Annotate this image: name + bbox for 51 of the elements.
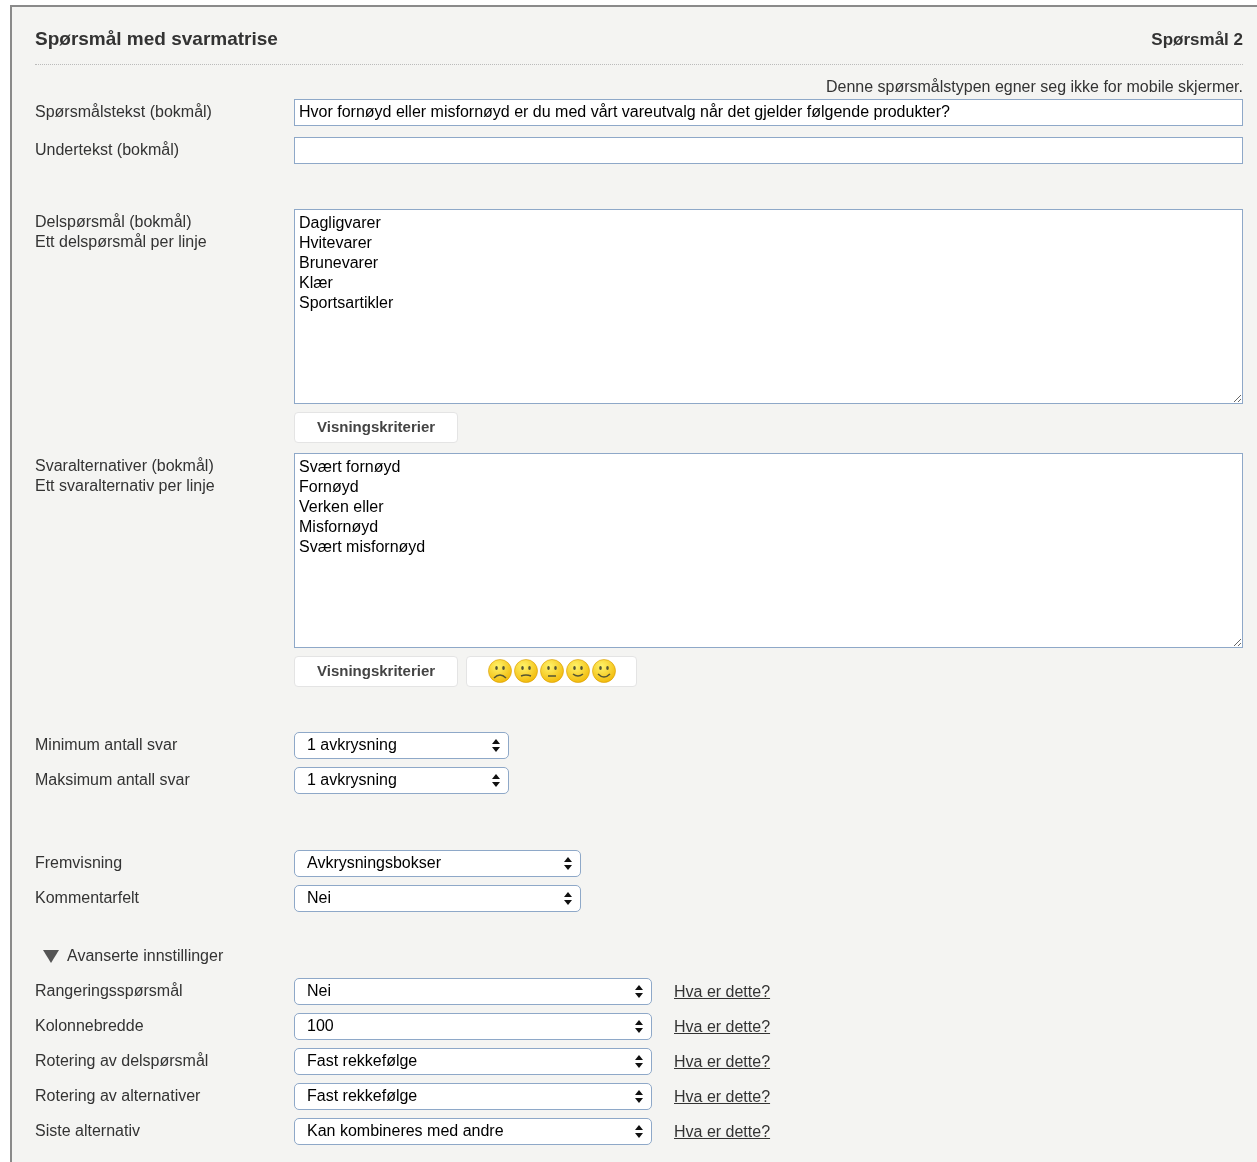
up-down-arrows-icon [635, 984, 643, 998]
help-link[interactable]: Hva er dette? [674, 977, 771, 1005]
dropdown[interactable]: Nei [294, 884, 581, 912]
notice-text: Denne spørsmålstypen egner seg ikke for mobile skjermer. [825, 77, 1243, 95]
panel-title: Spørsmål med svarmatrise [35, 27, 278, 51]
help-link[interactable]: Hva er dette? [674, 1047, 771, 1075]
text-field[interactable]: Hvor fornøyd eller misfornøyd er du med vårt vareutvalg når det gjelder følgende produkter? [294, 98, 1243, 126]
field-label: Rotering av delspørsmål [35, 1051, 210, 1071]
dropdown[interactable]: Nei [294, 977, 652, 1005]
field-label: Kolonnebredde [35, 1016, 145, 1036]
field-hint: Ett delspørsmål per linje [35, 231, 208, 252]
dropdown[interactable]: Avkrysningsbokser [294, 849, 581, 877]
up-down-arrows-icon [635, 1019, 643, 1033]
field-hint: Ett svaralternativ per linje [35, 475, 216, 496]
smiley-button[interactable] [466, 655, 638, 687]
field-label: Delspørsmål (bokmål) [35, 211, 193, 232]
question-number: Spørsmål 2 [1151, 28, 1243, 51]
field-label: Siste alternativ [35, 1121, 141, 1141]
field-label: Maksimum antall svar [35, 770, 191, 790]
field-label: Rangeringsspørsmål [35, 981, 184, 1001]
up-down-arrows-icon [564, 891, 572, 905]
help-link[interactable]: Hva er dette? [674, 1012, 771, 1040]
field-label: Svaralternativer (bokmål) [35, 455, 215, 476]
dropdown[interactable]: Fast rekkefølge [294, 1082, 652, 1110]
dropdown[interactable]: 100 [294, 1012, 652, 1040]
textarea-field[interactable]: Dagligvarer Hvitevarer Brunevarer Klær Sportsartikler [294, 208, 1243, 404]
section-toggle-link[interactable]: Avanserte innstillinger [67, 943, 224, 968]
field-label: Rotering av alternativer [35, 1086, 202, 1106]
dropdown[interactable]: Kan kombineres med andre [294, 1117, 652, 1145]
field-label: Fremvisning [35, 853, 124, 873]
help-link[interactable]: Hva er dette? [674, 1082, 771, 1110]
up-down-arrows-icon [564, 856, 572, 870]
triangle-down-icon[interactable] [43, 948, 59, 963]
text-field[interactable] [294, 136, 1243, 164]
field-label: Minimum antall svar [35, 735, 179, 755]
up-down-arrows-icon [492, 738, 500, 752]
up-down-arrows-icon [635, 1054, 643, 1068]
criteria-button[interactable]: Visningskriterier [294, 411, 459, 443]
field-label: Undertekst (bokmål) [35, 139, 181, 160]
dropdown[interactable]: 1 avkrysning [294, 766, 509, 794]
field-label: Kommentarfelt [35, 888, 141, 908]
textarea-field[interactable]: Svært fornøyd Fornøyd Verken eller Misfornøyd Svært misfornøyd [294, 452, 1243, 648]
help-link[interactable]: Hva er dette? [674, 1117, 771, 1145]
dropdown[interactable]: Fast rekkefølge [294, 1047, 652, 1075]
criteria-button[interactable]: Visningskriterier [294, 655, 459, 687]
dropdown[interactable]: 1 avkrysning [294, 731, 509, 759]
up-down-arrows-icon [635, 1089, 643, 1103]
up-down-arrows-icon [492, 773, 500, 787]
smiley-faces-icon [487, 658, 616, 684]
field-label: Spørsmålstekst (bokmål) [35, 101, 213, 122]
up-down-arrows-icon [635, 1124, 643, 1138]
